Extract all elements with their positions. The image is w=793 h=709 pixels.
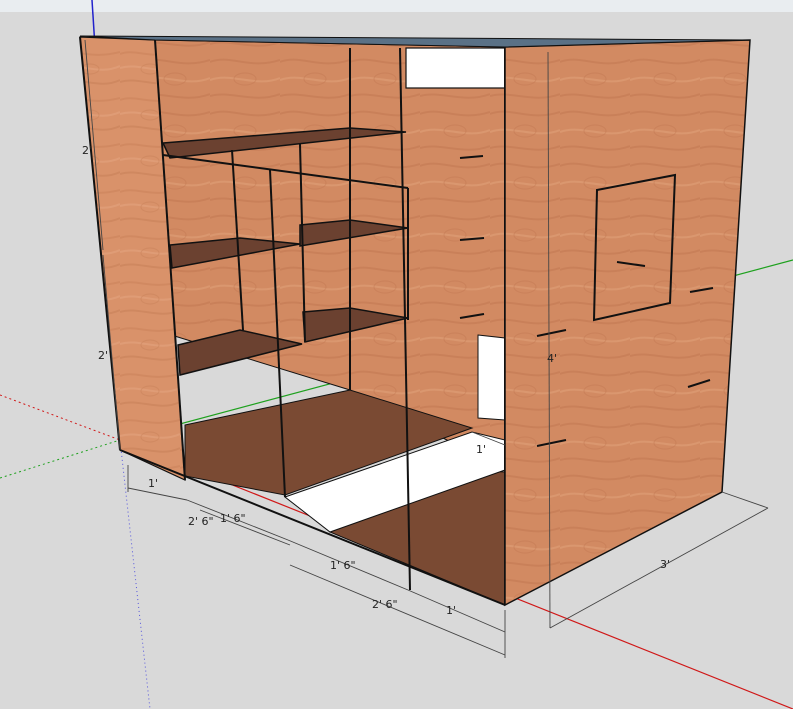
model-viewport[interactable]: 2' 2' 4' 3' 1' 2' 6" 1' 6" 1' 6" 2' 6" 1… xyxy=(0,0,793,709)
dim-depth: 3' xyxy=(660,558,670,571)
right-panel xyxy=(504,39,751,607)
dim-front-1: 1' xyxy=(148,477,158,490)
green-axis-dotted xyxy=(0,439,121,479)
top-window xyxy=(405,47,507,89)
blue-axis-dotted xyxy=(119,439,151,709)
red-axis-dotted xyxy=(0,394,121,441)
dim-left-upper: 2' xyxy=(82,144,92,157)
dim-front-3: 1' 6" xyxy=(220,512,246,525)
dim-left-lower: 2' xyxy=(98,349,108,362)
top-bar xyxy=(0,0,793,12)
side-opening xyxy=(477,334,506,421)
dim-front-5: 2' 6" xyxy=(372,598,398,611)
dim-front-6: 1' xyxy=(446,604,456,617)
dim-front-2: 2' 6" xyxy=(188,515,214,528)
cabinet-model[interactable] xyxy=(79,35,751,607)
dim-opening-width: 1' xyxy=(476,443,486,456)
dim-total-height: 4' xyxy=(547,352,557,365)
dim-front-4: 1' 6" xyxy=(330,559,356,572)
